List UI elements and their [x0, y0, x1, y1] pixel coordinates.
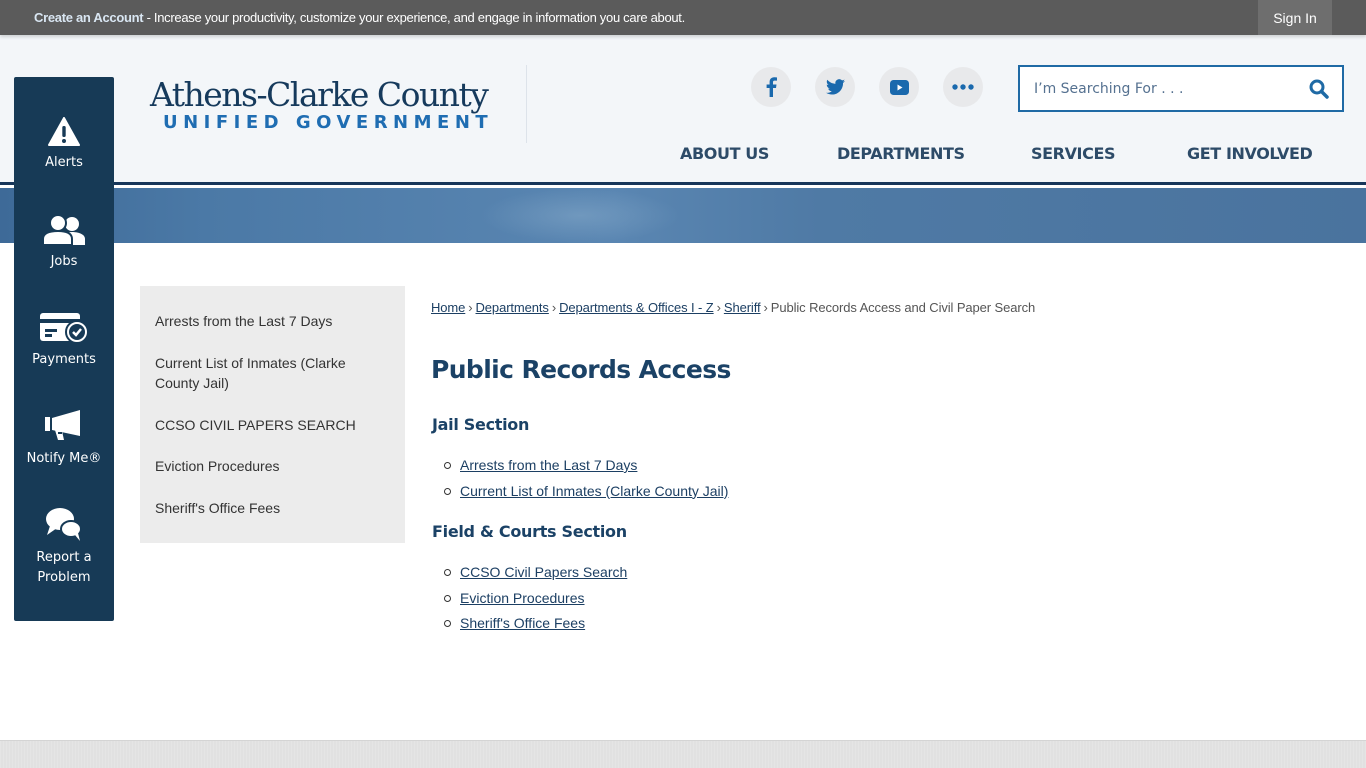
breadcrumb-departments-offices[interactable]: Departments & Offices I - Z — [559, 300, 714, 315]
more-dots-icon — [952, 84, 974, 90]
sidenav-item-civil-papers[interactable]: CCSO CIVIL PAPERS SEARCH — [155, 415, 390, 435]
breadcrumb-separator: › — [551, 300, 557, 315]
link-eviction-procedures[interactable]: Eviction Procedures — [460, 590, 585, 606]
sidenav-item-inmates[interactable]: Current List of Inmates (Clarke County J… — [155, 353, 390, 393]
search-input[interactable] — [1034, 77, 1294, 101]
rail-item-notify-me[interactable]: Notify Me® — [14, 403, 114, 469]
rail-item-payments[interactable]: Payments — [14, 304, 114, 370]
breadcrumb-separator: › — [716, 300, 721, 315]
section-heading-jail: Jail Section — [432, 415, 530, 434]
warning-icon — [48, 117, 80, 146]
breadcrumb: Home › Departments › Departments & Offices I… — [431, 300, 1035, 315]
rail-label: Payments — [32, 352, 96, 367]
create-account-link[interactable]: Create an Account — [34, 10, 144, 25]
logo-subtitle: UNIFIED GOVERNMENT — [163, 112, 494, 133]
account-message: Create an Account - Increase your produc… — [34, 10, 685, 25]
rail-label: Report a Problem — [36, 550, 92, 585]
search-icon — [1309, 79, 1329, 99]
more-social-button[interactable] — [943, 67, 983, 107]
link-sheriffs-office-fees[interactable]: Sheriff's Office Fees — [460, 615, 585, 631]
jail-links-list: Arrests from the Last 7 Days Current Lis… — [444, 455, 728, 506]
quick-links-rail: Alerts Jobs Payments Notify Me® Report a… — [14, 77, 114, 621]
sidenav-item-fees[interactable]: Sheriff's Office Fees — [155, 498, 390, 518]
chat-bubbles-icon — [46, 508, 82, 541]
users-icon — [42, 214, 85, 246]
hero-banner — [0, 188, 1366, 243]
site-header: Athens-Clarke County UNIFIED GOVERNMENT … — [0, 35, 1366, 185]
breadcrumb-sheriff[interactable]: Sheriff — [724, 300, 761, 315]
logo-title: Athens-Clarke County — [150, 75, 489, 114]
page-title: Public Records Access — [431, 355, 731, 384]
list-item: Eviction Procedures — [444, 588, 627, 614]
list-item: Arrests from the Last 7 Days — [444, 455, 728, 481]
link-civil-papers-search[interactable]: CCSO Civil Papers Search — [460, 564, 627, 580]
rail-item-alerts[interactable]: Alerts — [14, 107, 114, 173]
rail-label: Alerts — [45, 155, 83, 170]
header-divider — [526, 65, 527, 143]
list-item: CCSO Civil Papers Search — [444, 562, 627, 588]
section-heading-field-courts: Field & Courts Section — [432, 522, 627, 541]
youtube-button[interactable] — [879, 67, 919, 107]
site-logo[interactable]: Athens-Clarke County UNIFIED GOVERNMENT — [150, 77, 493, 133]
breadcrumb-separator: › — [468, 300, 473, 315]
footer-strip — [0, 740, 1366, 768]
list-item: Sheriff's Office Fees — [444, 613, 627, 639]
facebook-icon — [766, 77, 777, 97]
site-search — [1018, 65, 1344, 112]
rail-item-jobs[interactable]: Jobs — [14, 206, 114, 272]
breadcrumb-separator: › — [763, 300, 768, 315]
rail-label: Notify Me® — [26, 451, 102, 466]
nav-about-us[interactable]: ABOUT US — [680, 144, 769, 163]
twitter-button[interactable] — [815, 67, 855, 107]
nav-get-involved[interactable]: GET INVOLVED — [1187, 144, 1313, 163]
rail-label: Jobs — [50, 254, 78, 269]
link-current-inmates[interactable]: Current List of Inmates (Clarke County J… — [460, 483, 728, 499]
sign-in-button[interactable]: Sign In — [1258, 0, 1332, 35]
youtube-icon — [889, 79, 909, 95]
account-message-text: - Increase your productivity, customize … — [143, 10, 686, 25]
account-bar: Create an Account - Increase your produc… — [0, 0, 1366, 35]
breadcrumb-home[interactable]: Home — [431, 300, 465, 315]
twitter-icon — [825, 79, 845, 95]
search-button[interactable] — [1306, 76, 1332, 102]
sidenav-item-arrests[interactable]: Arrests from the Last 7 Days — [155, 311, 390, 331]
rail-item-report-problem[interactable]: Report a Problem — [14, 502, 114, 588]
credit-card-check-icon — [40, 313, 89, 344]
breadcrumb-departments[interactable]: Departments — [476, 300, 549, 315]
field-courts-links-list: CCSO Civil Papers Search Eviction Proced… — [444, 562, 627, 639]
nav-departments[interactable]: DEPARTMENTS — [837, 144, 965, 163]
section-side-nav: Arrests from the Last 7 Days Current Lis… — [140, 286, 405, 543]
megaphone-icon — [45, 410, 80, 440]
breadcrumb-current: Public Records Access and Civil Paper Se… — [770, 300, 1036, 315]
list-item: Current List of Inmates (Clarke County J… — [444, 481, 728, 507]
nav-services[interactable]: SERVICES — [1031, 144, 1116, 163]
facebook-button[interactable] — [751, 67, 791, 107]
sidenav-item-eviction[interactable]: Eviction Procedures — [155, 456, 390, 476]
link-arrests-last-7-days[interactable]: Arrests from the Last 7 Days — [460, 457, 637, 473]
